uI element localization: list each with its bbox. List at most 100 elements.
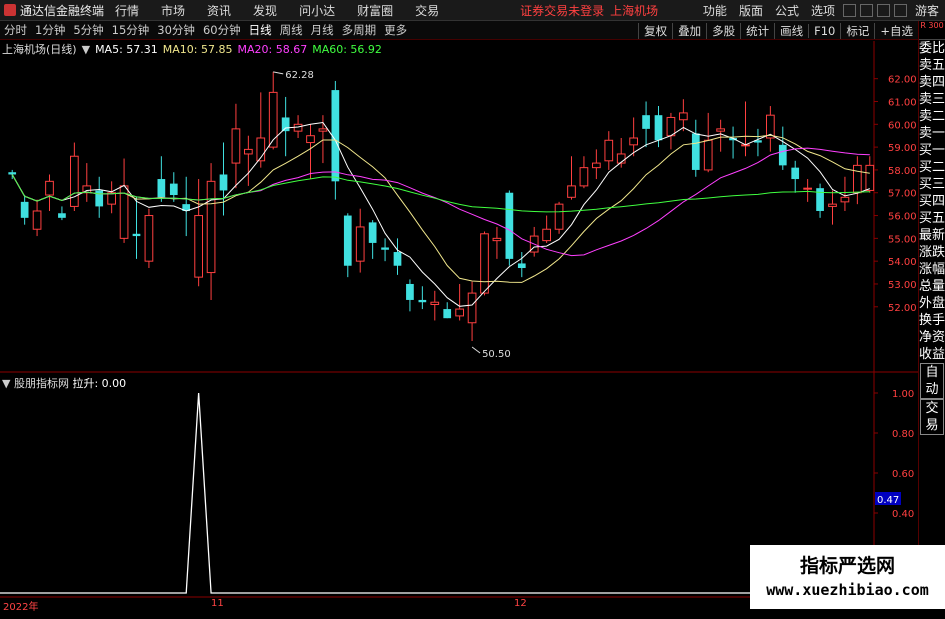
period-5min[interactable]: 5分钟 — [73, 22, 103, 38]
period-more[interactable]: 更多 — [384, 22, 407, 38]
ind-tick-label: 0.60 — [892, 469, 914, 480]
candle-body — [95, 190, 104, 207]
candle-body — [492, 237, 502, 242]
side-item-6[interactable]: 买一 — [919, 142, 945, 159]
side-item-5[interactable]: 卖一 — [919, 125, 945, 142]
guest-label[interactable]: 游客 — [915, 2, 939, 19]
side-item-15[interactable]: 外盘 — [919, 295, 945, 312]
tool-draw[interactable]: 画线 — [774, 22, 808, 39]
watermark-title: 指标严选网 — [799, 555, 895, 577]
low-pointer — [471, 346, 481, 354]
indicator-settings-icon[interactable]: ▼ — [2, 377, 10, 390]
side-trade[interactable]: 交易 — [920, 399, 944, 435]
period-15min[interactable]: 15分钟 — [112, 22, 150, 38]
candle-body — [393, 252, 402, 266]
side-item-17[interactable]: 净资 — [919, 329, 945, 346]
side-item-10[interactable]: 买五 — [919, 210, 945, 227]
price-tick-label: 58.00 — [888, 166, 917, 177]
menu-item-wealth[interactable]: 财富圈 — [357, 2, 393, 19]
period-weekly[interactable]: 周线 — [280, 22, 303, 38]
close-icon[interactable] — [893, 4, 907, 17]
side-item-18[interactable]: 收益 — [919, 346, 945, 363]
ma10-label: MA10: 57.85 — [162, 42, 233, 56]
side-item-2[interactable]: 卖四 — [919, 74, 945, 91]
candle-body — [20, 201, 29, 218]
menu-item-ask[interactable]: 问小达 — [299, 2, 335, 19]
menu-item-news[interactable]: 资讯 — [207, 2, 231, 19]
ma5-line — [11, 121, 870, 307]
menu-item-trade[interactable]: 交易 — [415, 2, 439, 19]
candle-body — [132, 233, 141, 237]
candle-body — [542, 228, 551, 242]
tool-f10[interactable]: F10 — [808, 23, 840, 38]
candle-body — [853, 164, 862, 194]
side-item-14[interactable]: 总量 — [919, 278, 945, 295]
side-item-1[interactable]: 卖五 — [919, 57, 945, 74]
candle-body — [268, 91, 278, 148]
side-item-9[interactable]: 买四 — [919, 193, 945, 210]
menu-item-quotes[interactable]: 行情 — [115, 2, 139, 19]
tool-mark[interactable]: 标记 — [840, 22, 874, 39]
stock-title: 上海机场(日线) — [2, 43, 77, 56]
candle-body — [554, 203, 564, 230]
r-tag: R 300 — [919, 21, 945, 40]
menu-item-options[interactable]: 选项 — [811, 2, 835, 19]
ma60-line — [11, 174, 870, 213]
candle-body — [629, 137, 638, 146]
side-item-3[interactable]: 卖三 — [919, 91, 945, 108]
chart-grid — [0, 41, 918, 601]
candle-group — [8, 71, 875, 341]
period-30min[interactable]: 30分钟 — [157, 22, 195, 38]
price-tick-label: 54.00 — [888, 257, 917, 268]
ma60-label: MA60: 56.92 — [312, 42, 382, 56]
ind-tick-label: 0.40 — [892, 509, 914, 520]
lasheng-line — [0, 392, 870, 594]
candle-body — [194, 215, 203, 278]
ma-settings-icon[interactable]: ▼ — [82, 43, 90, 56]
login-status[interactable]: 证券交易未登录 — [520, 2, 604, 19]
period-intraday[interactable]: 分时 — [4, 22, 27, 38]
menu-item-function[interactable]: 功能 — [703, 2, 727, 19]
period-daily[interactable]: 日线 — [249, 22, 272, 38]
minimize-icon[interactable] — [842, 4, 856, 17]
side-item-12[interactable]: 涨跌 — [919, 244, 945, 261]
candle-body — [517, 263, 526, 269]
restore-icon[interactable] — [859, 4, 873, 17]
side-item-13[interactable]: 涨幅 — [919, 261, 945, 278]
indicator-label: ▼ 股朋指标网 拉升: 0.00 — [2, 375, 126, 391]
price-tick-label: 56.00 — [888, 212, 917, 223]
side-item-4[interactable]: 卖二 — [919, 108, 945, 125]
side-item-11[interactable]: 最新 — [919, 227, 945, 244]
low-price-label: 50.50 — [482, 349, 511, 360]
tool-add-watchlist[interactable]: +自选 — [874, 22, 918, 39]
side-item-8[interactable]: 买三 — [919, 176, 945, 193]
side-item-0[interactable]: 委比 — [919, 40, 945, 57]
candle-body — [443, 309, 452, 319]
period-monthly[interactable]: 月线 — [311, 22, 334, 38]
menu-item-market[interactable]: 市场 — [161, 2, 185, 19]
maximize-icon[interactable] — [876, 4, 890, 17]
side-auto[interactable]: 自动 — [920, 363, 944, 399]
kline-chart[interactable]: 62.2850.50 1.000.800.600.400.200.47 62.0… — [0, 41, 918, 619]
tool-overlay[interactable]: 叠加 — [672, 22, 706, 39]
right-sidebar: R 300 委比 卖五 卖四 卖三 卖二 卖一 买一 买二 买三 买四 买五 最新 涨跌 涨幅 总量 外盘 换手… — [918, 21, 945, 609]
period-1min[interactable]: 1分钟 — [35, 22, 65, 38]
candle-body — [816, 188, 824, 211]
menu-item-discover[interactable]: 发现 — [253, 2, 277, 19]
side-item-16[interactable]: 换手 — [919, 312, 945, 329]
tool-statistics[interactable]: 统计 — [740, 22, 774, 39]
candle-body — [579, 167, 589, 187]
indicator-value: 拉升: 0.00 — [72, 377, 127, 390]
price-tick-label: 55.00 — [888, 234, 917, 245]
tool-adjust[interactable]: 复权 — [638, 22, 672, 39]
menu-item-layout[interactable]: 版面 — [739, 2, 763, 19]
period-multi[interactable]: 多周期 — [342, 22, 377, 38]
side-item-7[interactable]: 买二 — [919, 159, 945, 176]
ma20-label: MA20: 58.67 — [237, 42, 308, 56]
candle-body — [368, 222, 377, 243]
menu-item-formula[interactable]: 公式 — [775, 2, 799, 19]
candle-body — [679, 112, 688, 121]
app-icon — [4, 4, 16, 16]
tool-multi-stock[interactable]: 多股 — [706, 22, 740, 39]
period-60min[interactable]: 60分钟 — [203, 22, 241, 38]
